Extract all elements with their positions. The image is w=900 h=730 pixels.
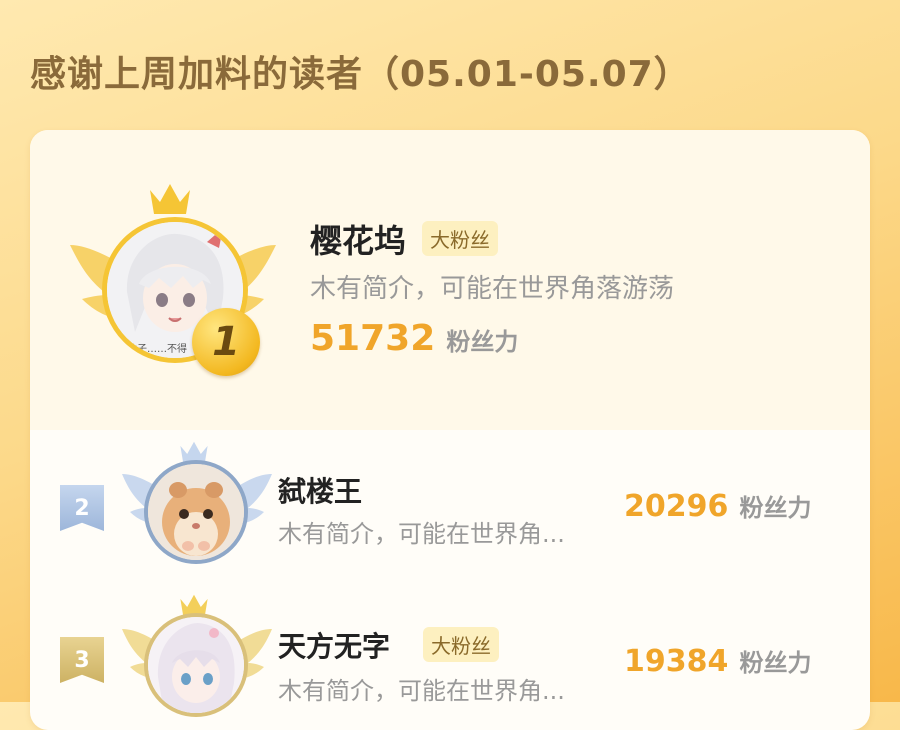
rank-1-medal: 1 bbox=[192, 308, 260, 376]
rank-3-row[interactable]: 3 天方无字 大粉丝 木有简介，可能在世界角... 19384 粉丝力 bbox=[30, 585, 870, 730]
fan-power-score: 51732 粉丝力 bbox=[310, 318, 518, 359]
avatar[interactable] bbox=[144, 460, 248, 564]
avatar-caption: 伙子……不得 bbox=[127, 343, 187, 355]
reader-name[interactable]: 天方无字 bbox=[278, 625, 390, 665]
score-unit: 粉丝力 bbox=[739, 649, 812, 677]
crown-icon bbox=[150, 184, 190, 214]
fan-power-score: 19384 粉丝力 bbox=[624, 643, 811, 679]
reader-ranking-panel: 伙子……不得 1 樱花坞 大粉丝 木有简介，可能在世界角落游荡 51732 粉丝… bbox=[30, 130, 870, 730]
page-title: 感谢上周加料的读者（05.01-05.07） bbox=[30, 54, 691, 95]
score-unit: 粉丝力 bbox=[446, 328, 519, 356]
reader-name[interactable]: 弑楼王 bbox=[278, 470, 362, 510]
rank-badge: 2 bbox=[60, 485, 104, 531]
avatar[interactable] bbox=[144, 613, 248, 717]
fan-level-tag: 大粉丝 bbox=[422, 221, 498, 256]
rank-badge: 3 bbox=[60, 637, 104, 683]
reader-name[interactable]: 樱花坞 bbox=[310, 216, 406, 262]
score-value: 51732 bbox=[310, 318, 436, 359]
reader-bio: 木有简介，可能在世界角落游荡 bbox=[310, 274, 675, 304]
rank-2-row[interactable]: 2 弑楼王 木有简介，可能在世界角... 20296 粉丝力 bbox=[30, 430, 870, 585]
rank-1-card[interactable]: 伙子……不得 1 樱花坞 大粉丝 木有简介，可能在世界角落游荡 51732 粉丝… bbox=[30, 130, 870, 430]
reader-bio: 木有简介，可能在世界角... bbox=[278, 677, 565, 705]
score-value: 19384 bbox=[624, 644, 729, 679]
score-value: 20296 bbox=[624, 489, 729, 524]
fan-power-score: 20296 粉丝力 bbox=[624, 488, 811, 524]
fan-level-tag: 大粉丝 bbox=[423, 627, 499, 662]
score-unit: 粉丝力 bbox=[739, 494, 812, 522]
reader-bio: 木有简介，可能在世界角... bbox=[278, 520, 565, 548]
